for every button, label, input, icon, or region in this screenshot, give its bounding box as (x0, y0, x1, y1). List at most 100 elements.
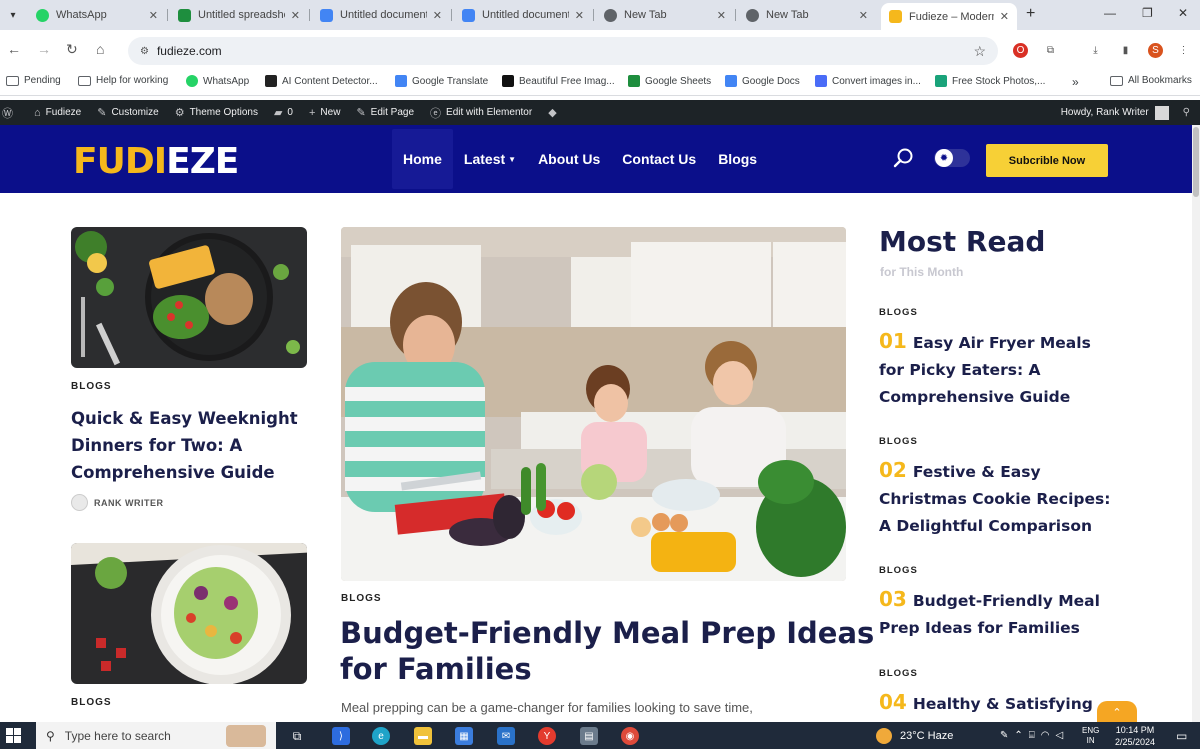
item-title[interactable]: 03 Budget-Friendly Meal Prep Ideas for Fa… (879, 586, 1119, 642)
wordpress-logo-icon[interactable]: Ⓦ (2, 105, 18, 121)
kebab-menu-icon[interactable]: ⋮ (1176, 43, 1191, 58)
speaker-icon[interactable]: ◁ (1056, 730, 1070, 741)
most-read-item[interactable]: BLOGS 02 Festive & Easy Christmas Cookie … (879, 436, 1119, 540)
file-explorer-icon[interactable]: ▬ (414, 727, 432, 745)
bookmark-free-stock-photos[interactable]: Free Stock Photos,... (935, 75, 1045, 87)
store-icon[interactable]: ▦ (455, 727, 473, 745)
browser-tab-active[interactable]: Fudieze – Modern ✕ (881, 3, 1017, 30)
bookmark-google-docs[interactable]: Google Docs (725, 75, 800, 87)
post-thumbnail-steak-fries[interactable] (71, 227, 307, 368)
app-icon[interactable]: ▤ (580, 727, 598, 745)
feature-category[interactable]: BLOGS (341, 593, 382, 604)
site-info-icon[interactable]: ⚙ (140, 46, 149, 57)
most-read-item[interactable]: BLOGS 01 Easy Air Fryer Meals for Picky E… (879, 307, 1119, 411)
nav-contact-us[interactable]: Contact Us (611, 129, 707, 189)
more-bookmarks-chevron-icon[interactable]: » (1072, 75, 1079, 89)
language-indicator[interactable]: ENG IN (1082, 722, 1099, 749)
post-author[interactable]: RANK WRITER (71, 494, 164, 511)
back-to-top-button[interactable]: ⌃ (1097, 701, 1137, 723)
close-tab-icon[interactable]: ✕ (717, 9, 726, 22)
bookmark-convert-images[interactable]: Convert images in... (815, 75, 921, 87)
browser-tab[interactable]: WhatsApp ✕ (28, 3, 166, 27)
weather-widget[interactable]: 23°C Haze (876, 722, 953, 749)
site-logo[interactable]: FUDIEZE (73, 141, 239, 182)
item-title[interactable]: 02 Festive & Easy Christmas Cookie Recipe… (879, 457, 1119, 540)
wifi-icon[interactable]: ◠ (1041, 730, 1056, 741)
item-category[interactable]: BLOGS (879, 565, 1119, 576)
profile-avatar[interactable]: S (1148, 43, 1163, 58)
admin-site-name[interactable]: ⌂ Fudieze (34, 107, 81, 119)
bookmark-folder-help[interactable]: Help for working (78, 75, 168, 86)
close-tab-icon[interactable]: ✕ (291, 9, 300, 22)
close-tab-icon[interactable]: ✕ (859, 9, 868, 22)
bookmark-ai-detector[interactable]: AI Content Detector... (265, 75, 378, 87)
browser-tab[interactable]: Untitled document ✕ (312, 3, 450, 27)
dark-mode-toggle[interactable]: ✹ (934, 149, 970, 167)
download-icon[interactable]: ⤓ (1088, 43, 1103, 58)
omnibox[interactable]: ⚙ fudieze.com ☆ (128, 37, 998, 65)
nav-blogs[interactable]: Blogs (707, 129, 768, 189)
bookmark-star-icon[interactable]: ☆ (973, 43, 986, 60)
admin-edit-page[interactable]: ✎ Edit Page (356, 106, 414, 119)
browser-tab[interactable]: New Tab ✕ (596, 3, 734, 27)
mail-icon[interactable]: ✉ (497, 727, 515, 745)
task-view-icon[interactable]: ⧉ (288, 727, 306, 745)
notification-icon[interactable]: ▭ (1176, 722, 1187, 749)
item-title[interactable]: 01 Easy Air Fryer Meals for Picky Eaters:… (879, 328, 1119, 411)
reload-icon[interactable]: ↻ (66, 41, 78, 58)
diamond-icon[interactable]: ◆ (548, 106, 561, 119)
forward-arrow-icon[interactable]: → (37, 41, 51, 57)
bookmark-google-translate[interactable]: Google Translate (395, 75, 488, 87)
admin-comments[interactable]: ▰ 0 (274, 106, 293, 119)
admin-account[interactable]: Howdy, Rank Writer ⚲ (1061, 100, 1190, 125)
item-category[interactable]: BLOGS (879, 668, 1119, 679)
post-thumbnail-salad[interactable] (71, 543, 307, 684)
item-title[interactable]: 04 Healthy & Satisfying (879, 689, 1119, 718)
system-tray-icons[interactable]: ✎ ⌃ ⌸ ◠ ◁ (1000, 722, 1069, 749)
browser-tab[interactable]: Untitled spreadsheet ✕ (170, 3, 308, 27)
close-tab-icon[interactable]: ✕ (149, 9, 158, 22)
pen-icon[interactable]: ✎ (1000, 730, 1014, 741)
close-tab-icon[interactable]: ✕ (1000, 10, 1009, 23)
post-title[interactable]: Quick & Easy Weeknight Dinners for Two: … (71, 405, 311, 486)
vscode-icon[interactable]: ⟩ (332, 727, 350, 745)
chrome-icon[interactable]: ◉ (621, 727, 639, 745)
close-tab-icon[interactable]: ✕ (575, 9, 584, 22)
post-category[interactable]: BLOGS (71, 697, 112, 708)
most-read-item[interactable]: BLOGS 04 Healthy & Satisfying (879, 668, 1119, 718)
search-icon[interactable]: ⚲ (1183, 107, 1190, 118)
feature-post-image[interactable] (341, 227, 846, 581)
admin-theme-options[interactable]: ⚙ Theme Options (175, 106, 258, 119)
subscribe-button[interactable]: Subcrible Now (986, 144, 1108, 177)
browser-tab[interactable]: New Tab ✕ (738, 3, 876, 27)
bookmark-google-sheets[interactable]: Google Sheets (628, 75, 711, 87)
admin-customize[interactable]: ✎ Customize (97, 106, 158, 119)
bookmark-whatsapp[interactable]: WhatsApp (186, 75, 249, 87)
scrollbar-thumb[interactable] (1193, 127, 1199, 197)
restore-icon[interactable]: ❐ (1142, 6, 1153, 20)
chevron-up-icon[interactable]: ⌃ (1014, 730, 1028, 741)
post-category[interactable]: BLOGS (71, 381, 112, 392)
admin-edit-elementor[interactable]: ⓔ Edit with Elementor (430, 105, 532, 121)
taskbar-clock[interactable]: 10:14 PM 2/25/2024 (1107, 724, 1163, 748)
home-icon[interactable]: ⌂ (96, 41, 104, 57)
taskbar-search-box[interactable]: ⚲ Type here to search (36, 722, 276, 749)
extensions-puzzle-icon[interactable]: ⧉ (1043, 43, 1058, 58)
opera-extension-icon[interactable]: O (1013, 43, 1028, 58)
network-icon[interactable]: ⌸ (1029, 730, 1041, 741)
url-text[interactable]: fudieze.com (157, 44, 222, 58)
tab-search-chevron-icon[interactable]: ▾ (4, 6, 22, 24)
most-read-item[interactable]: BLOGS 03 Budget-Friendly Meal Prep Ideas … (879, 565, 1119, 642)
close-window-icon[interactable]: ✕ (1178, 6, 1188, 20)
browser-tab[interactable]: Untitled document ✕ (454, 3, 592, 27)
item-category[interactable]: BLOGS (879, 307, 1119, 318)
yandex-icon[interactable]: Y (538, 727, 556, 745)
nav-home[interactable]: Home (392, 129, 453, 189)
nav-latest[interactable]: Latest ▼ (453, 129, 527, 189)
bookmark-free-images[interactable]: Beautiful Free Imag... (502, 75, 615, 87)
item-category[interactable]: BLOGS (879, 436, 1119, 447)
side-panel-icon[interactable]: ▮ (1118, 43, 1133, 58)
new-tab-plus-icon[interactable]: + (1026, 5, 1035, 23)
all-bookmarks[interactable]: All Bookmarks (1110, 75, 1192, 86)
windows-start-icon[interactable] (6, 728, 21, 743)
